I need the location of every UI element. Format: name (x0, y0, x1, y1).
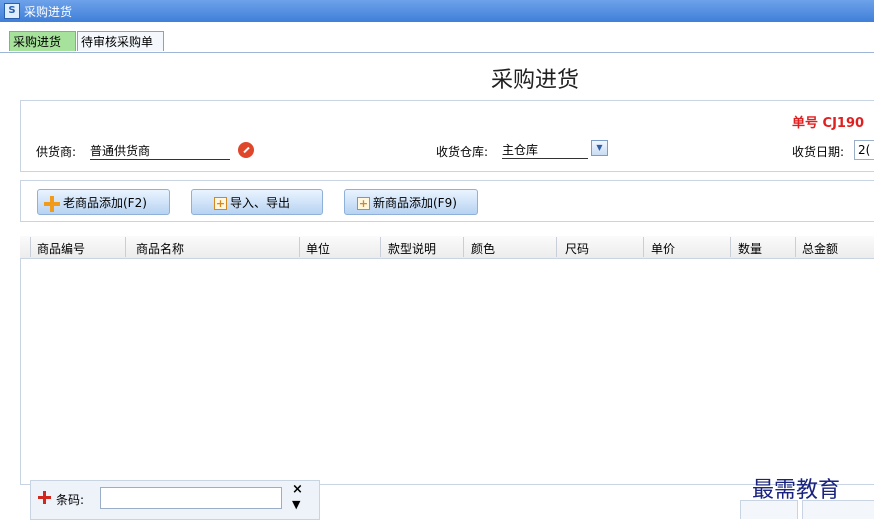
add-box-icon: + (214, 197, 227, 210)
column-divider (556, 237, 557, 257)
supplier-field[interactable]: 普通供货商 (90, 142, 230, 160)
column-header[interactable]: 数量 (738, 240, 762, 257)
column-header[interactable]: 总金额 (802, 240, 838, 257)
add-new-product-label: 新商品添加(F9) (373, 196, 457, 210)
chevron-down-icon[interactable]: ▼ (292, 498, 300, 511)
column-divider (30, 237, 31, 257)
add-new-product-button[interactable]: + 新商品添加(F9) (344, 189, 478, 215)
import-export-label: 导入、导出 (230, 196, 291, 210)
receive-date-input[interactable]: 2( (854, 140, 874, 160)
column-header[interactable]: 颜色 (471, 240, 495, 257)
tab-pending-review[interactable]: 待审核采购单 (77, 31, 164, 51)
window-title: 采购进货 (24, 5, 73, 19)
watermark: 最需教育 (752, 478, 841, 503)
column-divider (643, 237, 644, 257)
app-icon: S (4, 3, 20, 19)
column-header[interactable]: 单价 (651, 240, 675, 257)
column-divider (299, 237, 300, 257)
plus-icon (44, 195, 60, 212)
add-old-product-label: 老商品添加(F2) (63, 196, 147, 210)
move-icon[interactable] (38, 491, 51, 504)
chevron-down-icon[interactable]: ▼ (591, 140, 608, 156)
barcode-input[interactable] (100, 487, 282, 509)
column-divider (795, 237, 796, 257)
barcode-label: 条码: (56, 493, 85, 507)
warehouse-select[interactable]: 主仓库 (502, 141, 588, 159)
column-header[interactable]: 商品名称 (136, 240, 184, 257)
title-bar: S 采购进货 (0, 0, 874, 22)
header-panel (20, 100, 874, 172)
order-number-label: 单号 (792, 116, 819, 131)
column-header[interactable]: 款型说明 (388, 240, 436, 257)
tab-bar: 采购进货 待审核采购单 (0, 22, 874, 53)
close-icon[interactable]: × (292, 482, 303, 497)
import-export-button[interactable]: + 导入、导出 (191, 189, 323, 215)
add-box-icon: + (357, 197, 370, 210)
column-header[interactable]: 尺码 (565, 240, 589, 257)
date-label: 收货日期: (792, 145, 845, 159)
column-divider (380, 237, 381, 257)
column-header[interactable]: 商品编号 (37, 240, 85, 257)
column-header[interactable]: 单位 (306, 240, 330, 257)
warehouse-label: 收货仓库: (436, 145, 489, 159)
column-divider (463, 237, 464, 257)
column-divider (730, 237, 731, 257)
order-number-value: CJ190 (822, 116, 865, 131)
tab-purchase[interactable]: 采购进货 (9, 31, 76, 51)
page-title: 采购进货 (490, 68, 579, 93)
supplier-label: 供货商: (36, 145, 77, 159)
product-table (20, 236, 874, 498)
column-divider (125, 237, 126, 257)
add-old-product-button[interactable]: 老商品添加(F2) (37, 189, 170, 215)
supplier-search-icon[interactable] (238, 142, 254, 158)
order-number: 单号 CJ190 (792, 112, 864, 131)
